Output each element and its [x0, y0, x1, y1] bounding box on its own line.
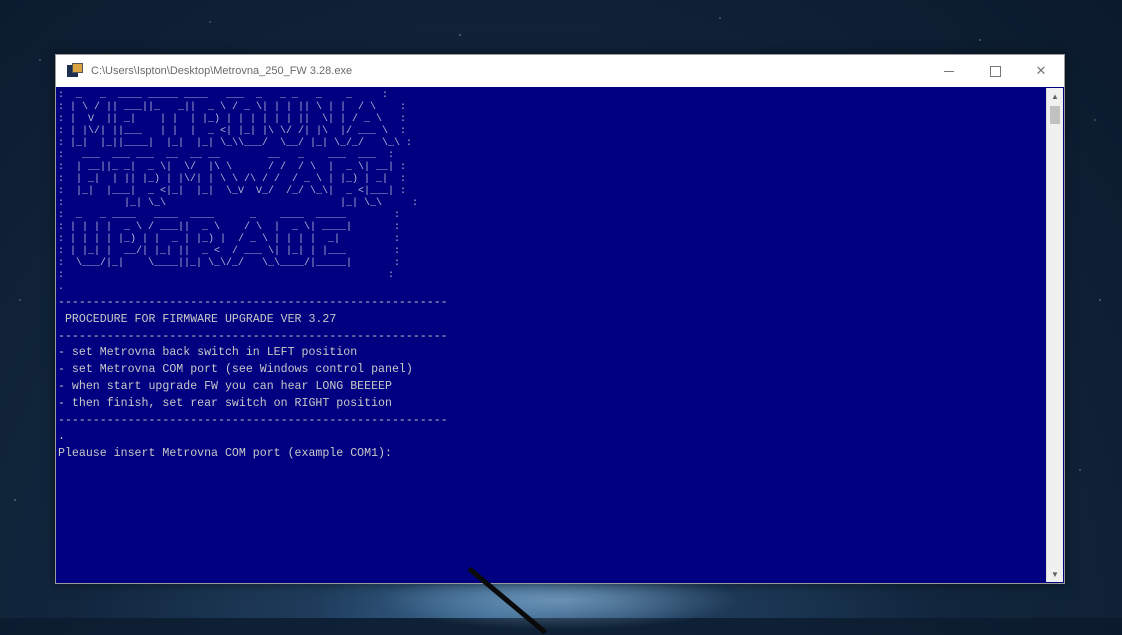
scroll-down-icon[interactable]: ▼: [1047, 566, 1063, 582]
instruction-line: - then finish, set rear switch on RIGHT …: [58, 396, 392, 410]
minimize-button[interactable]: [926, 55, 972, 87]
maximize-icon: [989, 65, 1001, 77]
vertical-scrollbar[interactable]: ▲ ▼: [1046, 88, 1063, 582]
close-button[interactable]: ✕: [1018, 55, 1064, 87]
ascii-banner: : _ _ ____ _____ ____ ___ _ _ _ _ _ : : …: [58, 90, 419, 293]
window-title: C:\Users\Ispton\Desktop\Metrovna_250_FW …: [91, 65, 353, 77]
instruction-line: - set Metrovna back switch in LEFT posit…: [58, 346, 358, 360]
procedure-heading: PROCEDURE FOR FIRMWARE UPGRADE VER 3.27: [58, 312, 337, 326]
instruction-line: - when start upgrade FW you can hear LON…: [58, 379, 392, 393]
com-port-prompt[interactable]: Pleause insert Metrovna COM port (exampl…: [57, 445, 1046, 462]
console-line: .: [58, 430, 65, 444]
instruction-line: - set Metrovna COM port (see Windows con…: [58, 363, 413, 377]
console-window: C:\Users\Ispton\Desktop\Metrovna_250_FW …: [55, 54, 1065, 584]
caption-buttons: ✕: [926, 55, 1064, 87]
scroll-thumb[interactable]: [1050, 106, 1060, 124]
console-app-icon[interactable]: [67, 63, 83, 79]
close-icon: ✕: [1035, 63, 1047, 78]
maximize-button[interactable]: [972, 55, 1018, 87]
minimize-icon: [944, 70, 954, 72]
title-bar[interactable]: C:\Users\Ispton\Desktop\Metrovna_250_FW …: [56, 55, 1064, 87]
console-line: ----------------------------------------…: [58, 413, 448, 427]
console-line: ----------------------------------------…: [58, 329, 448, 343]
console-output[interactable]: : _ _ ____ _____ ____ ___ _ _ _ _ _ : : …: [57, 88, 1046, 582]
console-line: ----------------------------------------…: [58, 296, 448, 309]
scroll-up-icon[interactable]: ▲: [1047, 88, 1063, 104]
